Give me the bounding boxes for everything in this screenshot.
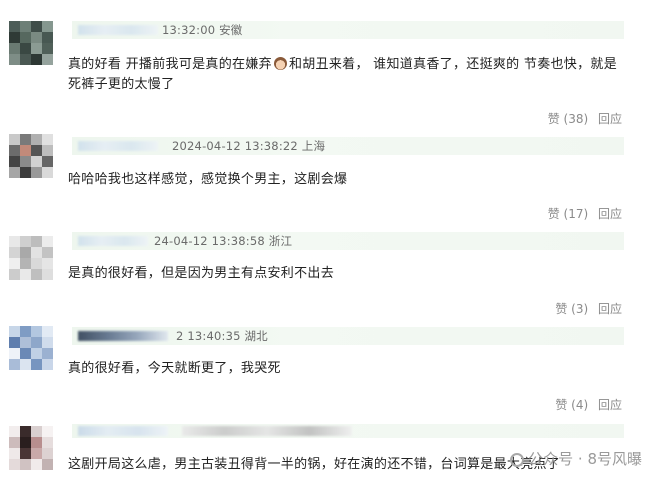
like-button[interactable]: 赞 (17) [548, 207, 588, 221]
username-blurred[interactable] [78, 25, 158, 35]
avatar[interactable] [9, 21, 53, 65]
watermark: 公众号 · 8号风曝 [510, 448, 642, 469]
like-button[interactable]: 赞 (3) [555, 302, 588, 316]
comment-actions: 赞 (3) 回应 [549, 300, 622, 317]
username-blurred[interactable] [78, 141, 158, 151]
username-blurred[interactable] [78, 331, 168, 341]
username-blurred[interactable] [78, 426, 168, 436]
girl-face-emoji-icon [273, 57, 287, 70]
comment-actions: 赞 (17) 回应 [542, 205, 622, 222]
avatar[interactable] [9, 134, 53, 178]
comment-meta: 13:32:00 安徽 [72, 21, 624, 39]
like-button[interactable]: 赞 (4) [555, 398, 588, 412]
reply-button[interactable]: 回应 [598, 398, 622, 412]
wechat-icon [510, 453, 525, 467]
comment-meta: 24-04-12 13:38:58 浙江 [72, 232, 624, 250]
reply-button[interactable]: 回应 [598, 302, 622, 316]
comment-text: 真的好看 开播前我可是真的在嫌弃 和胡丑来着， 谁知道真香了，还挺爽的 节奏也快，… [68, 57, 618, 92]
comment-timestamp-location: 24-04-12 13:38:58 浙江 [154, 234, 293, 248]
watermark-text: 公众号 · 8号风曝 [528, 450, 642, 468]
avatar[interactable] [9, 326, 53, 370]
avatar[interactable] [9, 236, 53, 280]
comment-text: 哈哈哈我也这样感觉，感觉换个男主，这剧会爆 [68, 172, 348, 187]
comment-meta: 2 13:40:35 湖北 [72, 327, 624, 345]
avatar[interactable] [9, 426, 53, 470]
comment-text: 真的很好看，今天就断更了，我哭死 [68, 361, 281, 376]
comment-meta: 2024-04-12 13:38:22 上海 [72, 137, 624, 155]
comment-item: 13:32:00 安徽 真的好看 开播前我可是真的在嫌弃 和胡丑来着， 谁知道真香… [0, 0, 660, 126]
timestamp-blurred [182, 426, 352, 436]
comment-actions: 赞 (38) 回应 [542, 110, 622, 127]
comment-timestamp-location: 2 13:40:35 湖北 [176, 329, 268, 343]
comment-timestamp-location: 13:32:00 安徽 [162, 23, 243, 37]
username-blurred[interactable] [78, 236, 148, 246]
reply-button[interactable]: 回应 [598, 207, 622, 221]
reply-button[interactable]: 回应 [598, 112, 622, 126]
comment-actions: 赞 (4) 回应 [549, 396, 622, 413]
like-button[interactable]: 赞 (38) [548, 112, 588, 126]
comment-timestamp-location: 2024-04-12 13:38:22 上海 [172, 139, 326, 153]
comment-text: 是真的很好看，但是因为男主有点安利不出去 [68, 266, 335, 281]
comment-meta [72, 424, 624, 438]
